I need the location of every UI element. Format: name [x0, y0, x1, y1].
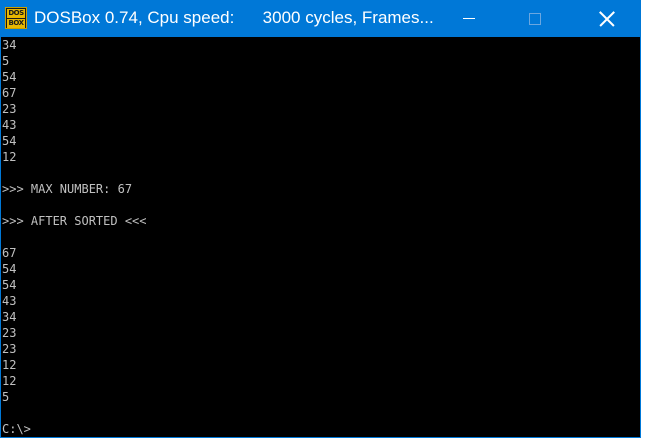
close-icon	[599, 11, 615, 27]
window-title: DOSBox 0.74, Cpu speed: 3000 cycles, Fra…	[34, 8, 434, 27]
icon-label-bottom: BOX	[7, 19, 25, 28]
maximize-button[interactable]	[512, 0, 558, 37]
maximize-icon	[529, 12, 541, 25]
icon-label-top: DOS	[7, 9, 25, 18]
minimize-button[interactable]	[446, 0, 492, 37]
close-button[interactable]	[584, 0, 630, 37]
dosbox-window: DOS BOX DOSBox 0.74, Cpu speed: 3000 cyc…	[0, 0, 641, 438]
dosbox-icon[interactable]: DOS BOX	[5, 7, 27, 29]
title-bar[interactable]: DOS BOX DOSBox 0.74, Cpu speed: 3000 cyc…	[0, 0, 641, 37]
dos-console[interactable]: 34 5 54 67 23 43 54 12 >>> MAX NUMBER: 6…	[1, 37, 640, 437]
console-output: 34 5 54 67 23 43 54 12 >>> MAX NUMBER: 6…	[2, 38, 147, 436]
minimize-icon	[463, 18, 475, 19]
